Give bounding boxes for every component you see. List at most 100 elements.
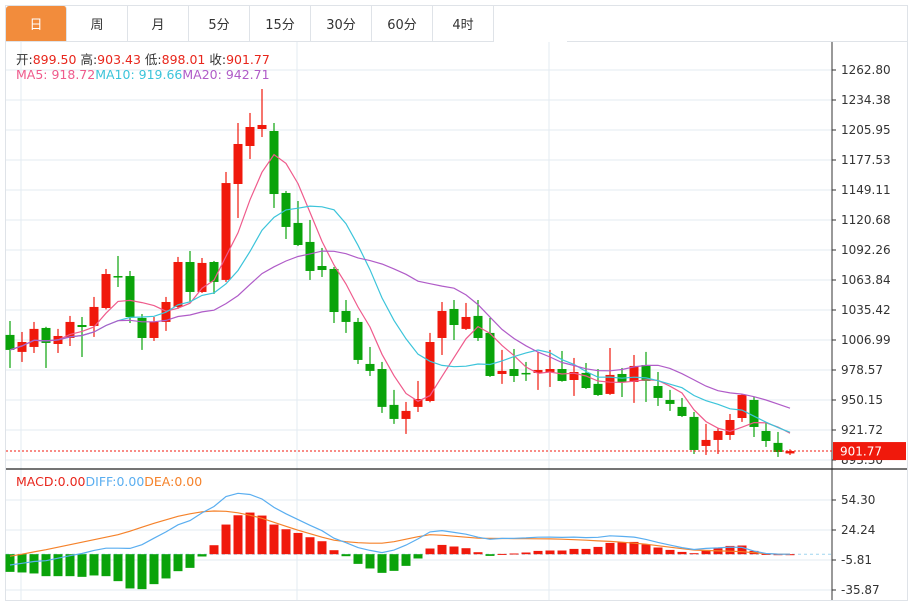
macd-bar	[401, 554, 411, 566]
macd-bar	[161, 554, 171, 579]
macd-bar	[149, 554, 159, 585]
price-tick-label: 1149.11	[841, 183, 891, 197]
price-tick-label: 1177.53	[841, 153, 891, 167]
macd-bar	[77, 554, 87, 577]
price-tick-label: 1205.95	[841, 123, 891, 137]
candle-body	[353, 321, 363, 360]
candle-body	[677, 406, 687, 416]
candle-body	[341, 310, 351, 322]
candle-body	[713, 430, 723, 440]
candlestick-chart[interactable]: 1262.80 1234.38 1205.95 1177.53 1149.11 1120.…	[0, 0, 910, 602]
candle-body	[329, 268, 339, 313]
candle-body	[113, 276, 123, 278]
low-label: 低:	[144, 52, 162, 67]
candle-body	[461, 316, 471, 329]
close-value: 901.77	[226, 52, 270, 67]
price-tick-label: 1092.26	[841, 243, 891, 257]
macd-bar	[485, 554, 495, 556]
macd-bar	[521, 552, 531, 555]
candle-body	[665, 399, 675, 404]
candle-body	[425, 341, 435, 401]
candle-body	[449, 308, 459, 326]
macd-tick-label: 24.24	[841, 523, 875, 537]
macd-bar	[593, 546, 603, 555]
low-value: 898.01	[161, 52, 206, 67]
candle-body	[653, 386, 663, 398]
candle-body	[725, 419, 735, 435]
candle-body	[377, 369, 387, 407]
macd-bar	[617, 542, 627, 555]
macd-tick-label: -5.81	[841, 553, 872, 567]
open-label: 开:	[16, 52, 33, 67]
price-tick-label: 950.15	[841, 393, 883, 407]
macd-bar	[377, 554, 387, 573]
macd-bar	[677, 551, 687, 555]
price-tick-label: 921.72	[841, 423, 883, 437]
macd-bar	[449, 546, 459, 555]
macd-bar	[5, 554, 15, 572]
macd-bar	[569, 548, 579, 555]
diff-value: DIFF:0.00	[85, 474, 145, 489]
macd-tick-label: -35.87	[841, 583, 880, 597]
candles	[5, 88, 795, 457]
candle-body	[737, 394, 747, 418]
macd-bar	[353, 554, 363, 564]
candle-body	[293, 222, 303, 245]
candle-body	[437, 310, 447, 338]
macd-bar	[65, 554, 75, 577]
price-tick-label: 1006.99	[841, 333, 891, 347]
price-tick-label: 1234.38	[841, 93, 891, 107]
macd-bar	[533, 550, 543, 555]
open-value: 899.50	[32, 52, 77, 67]
candle-body	[509, 369, 519, 376]
candle-body	[497, 370, 507, 374]
candle-body	[689, 416, 699, 450]
macd-bar	[365, 554, 375, 569]
price-tick-label: 1035.42	[841, 303, 891, 317]
macd-value: MACD:0.00	[16, 474, 86, 489]
macd-bar	[269, 524, 279, 555]
macd-bar	[29, 554, 39, 574]
price-tick-label: 1063.84	[841, 273, 891, 287]
high-value: 903.43	[97, 52, 141, 67]
macd-bar	[665, 549, 675, 555]
candle-body	[401, 410, 411, 419]
candle-body	[185, 261, 195, 292]
macd-bar	[473, 552, 483, 555]
candle-body	[365, 363, 375, 371]
candle-body	[5, 334, 15, 350]
macd-bar	[653, 547, 663, 555]
ma-legend: MA5: 918.72MA10: 919.66MA20: 942.71	[16, 67, 270, 82]
price-tick-label: 1262.80	[841, 63, 891, 77]
macd-bar	[497, 553, 507, 555]
candle-body	[485, 332, 495, 376]
macd-bar	[317, 541, 327, 555]
macd-bar	[425, 548, 435, 555]
macd-bar	[101, 554, 111, 577]
ohlc-legend: 开:899.50 高:903.43 低:898.01 收:901.77	[16, 49, 270, 68]
ma5-value: MA5: 918.72	[16, 67, 96, 82]
candle-body	[125, 276, 135, 317]
candle-body	[233, 143, 243, 184]
macd-bar	[509, 553, 519, 555]
macd-bar	[389, 554, 399, 571]
dea-value: DEA:0.00	[144, 474, 203, 489]
candle-body	[389, 404, 399, 419]
ma10-line	[9, 205, 791, 433]
macd-bar	[221, 524, 231, 555]
candle-body	[173, 261, 183, 307]
candle-body	[317, 266, 327, 271]
macd-bar	[89, 554, 99, 576]
candle-body	[557, 369, 567, 381]
candle-body	[101, 274, 111, 309]
macd-bar	[257, 515, 267, 555]
candle-body	[77, 325, 87, 328]
macd-bar	[245, 512, 255, 555]
macd-bar	[41, 554, 51, 577]
ma20-value: MA20: 942.71	[182, 67, 270, 82]
macd-bar	[233, 515, 243, 555]
candle-body	[761, 430, 771, 442]
candle-body	[305, 241, 315, 271]
macd-bar	[197, 554, 207, 557]
macd-legend: MACD:0.00DIFF:0.00DEA:0.00	[16, 474, 202, 489]
